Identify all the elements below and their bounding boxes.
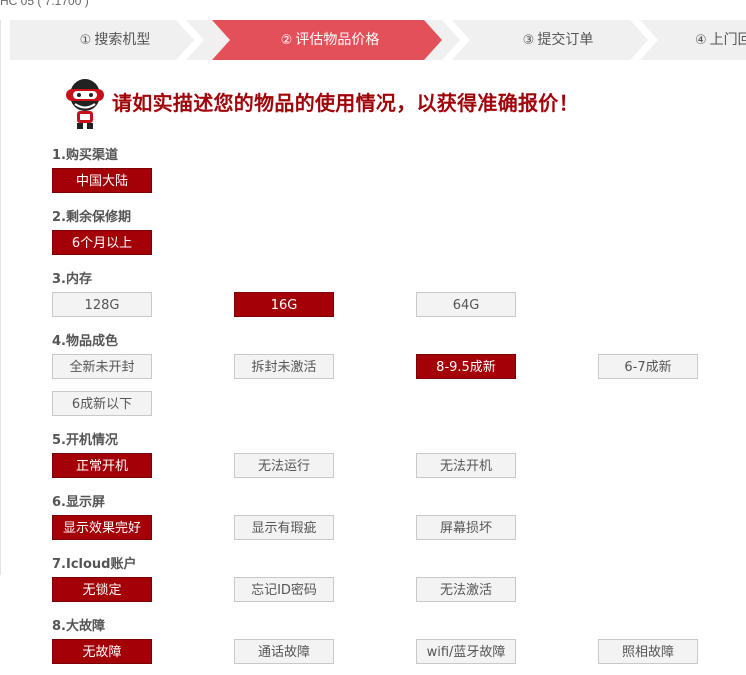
- option-128g[interactable]: 128G: [52, 292, 152, 317]
- option-camera-fault[interactable]: 照相故障: [598, 639, 698, 664]
- progress-steps: ① 搜索机型 ② 评估物品价格 ③ 提交订单 ④ 上门回: [10, 20, 746, 60]
- option-80-95-new[interactable]: 8-9.5成新: [416, 354, 516, 379]
- page-headline: 请如实描述您的物品的使用情况，以获得准确报价！: [112, 91, 579, 115]
- question-title-display: 6.显示屏: [52, 495, 105, 510]
- question-title-icloud: 7.Icloud账户: [52, 557, 137, 572]
- step-number: ④: [695, 33, 707, 48]
- option-screen-damaged[interactable]: 屏幕损坏: [416, 515, 516, 540]
- step-number: ②: [280, 33, 293, 48]
- mascot-icon: [66, 79, 104, 129]
- option-below-60-new[interactable]: 6成新以下: [52, 391, 152, 416]
- option-brand-new-sealed[interactable]: 全新未开封: [52, 354, 152, 379]
- step-evaluate-price[interactable]: ② 评估物品价格: [265, 20, 395, 60]
- page-top-text: HC 05 ( 7.1700 ): [0, 0, 89, 8]
- question-title-major-fault: 8.大故障: [52, 619, 105, 634]
- option-cannot-boot[interactable]: 无法开机: [416, 453, 516, 478]
- option-cannot-run[interactable]: 无法运行: [234, 453, 334, 478]
- option-normal-boot[interactable]: 正常开机: [52, 453, 152, 478]
- step-submit-order[interactable]: ③ 提交订单: [508, 20, 608, 60]
- step-label: 搜索机型: [94, 32, 151, 48]
- step-divider: [442, 20, 470, 60]
- option-display-perfect[interactable]: 显示效果完好: [52, 515, 152, 540]
- option-opened-not-activated[interactable]: 拆封未激活: [234, 354, 334, 379]
- option-no-fault[interactable]: 无故障: [52, 639, 152, 664]
- option-mainland-china[interactable]: 中国大陆: [52, 168, 152, 193]
- step-onsite[interactable]: ④ 上门回: [695, 20, 746, 60]
- option-forgot-id-password[interactable]: 忘记ID密码: [234, 577, 334, 602]
- question-title-memory: 3.内存: [52, 272, 92, 287]
- option-call-fault[interactable]: 通话故障: [234, 639, 334, 664]
- option-64g[interactable]: 64G: [416, 292, 516, 317]
- question-title-warranty: 2.剩余保修期: [52, 210, 131, 225]
- step-label: 评估物品价格: [295, 32, 380, 48]
- left-divider: [0, 20, 1, 575]
- option-cannot-activate[interactable]: 无法激活: [416, 577, 516, 602]
- option-16g[interactable]: 16G: [234, 292, 334, 317]
- step-number: ③: [522, 33, 535, 48]
- question-title-power-on: 5.开机情况: [52, 433, 118, 448]
- step-divider: [176, 20, 204, 60]
- option-display-flaws[interactable]: 显示有瑕疵: [234, 515, 334, 540]
- option-no-lock[interactable]: 无锁定: [52, 577, 152, 602]
- option-wifi-bluetooth-fault[interactable]: wifi/蓝牙故障: [416, 639, 516, 664]
- step-search-model[interactable]: ① 搜索机型: [60, 20, 170, 60]
- question-title-purchase-channel: 1.购买渠道: [52, 148, 118, 163]
- step-label: 提交订单: [537, 32, 594, 48]
- question-title-condition: 4.物品成色: [52, 334, 118, 349]
- option-warranty-6-months-plus[interactable]: 6个月以上: [52, 230, 152, 255]
- step-divider: [630, 20, 658, 60]
- step-label: 上门回: [709, 32, 746, 48]
- step-number: ①: [79, 33, 92, 48]
- option-60-70-new[interactable]: 6-7成新: [598, 354, 698, 379]
